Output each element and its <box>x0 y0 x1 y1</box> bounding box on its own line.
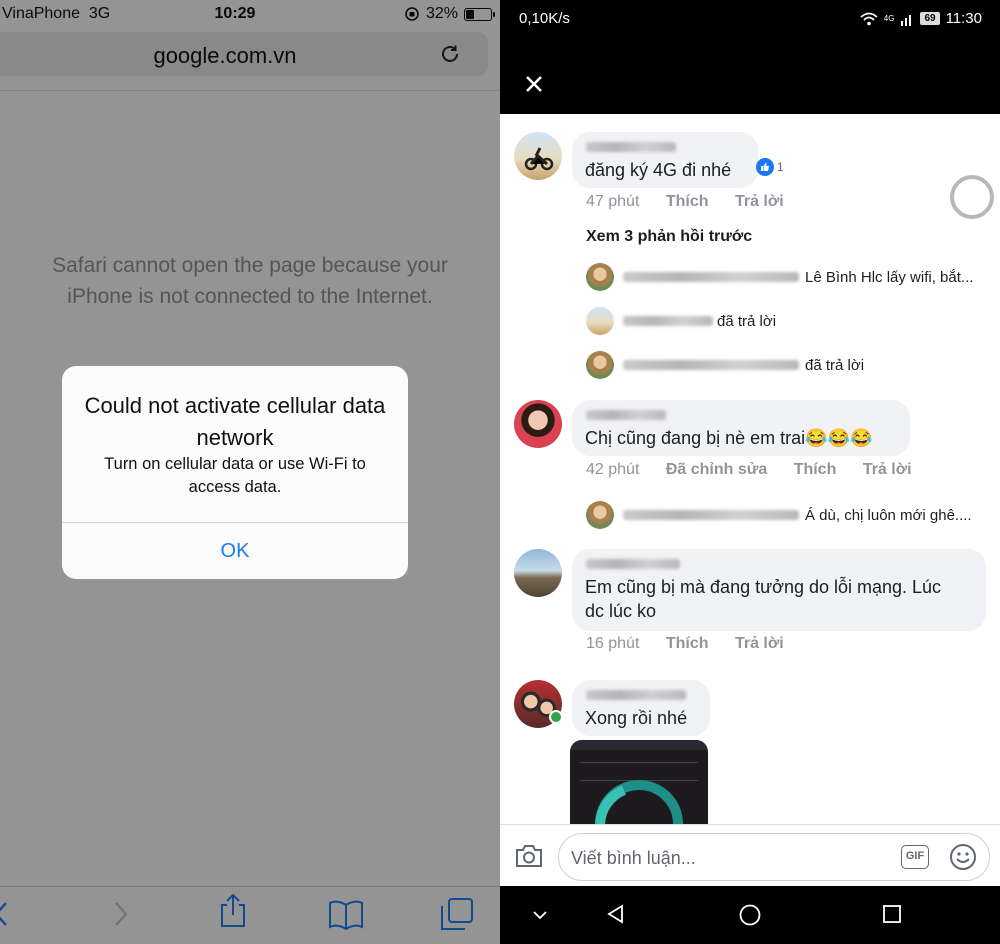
reply-avatar[interactable] <box>586 307 614 335</box>
loading-spinner <box>950 175 994 219</box>
reply-link[interactable]: Trả lời <box>863 461 912 478</box>
reaction-badge[interactable]: 1 <box>756 158 784 176</box>
gif-button[interactable]: GIF <box>901 845 929 869</box>
view-previous-replies-link[interactable]: Xem 3 phản hồi trước <box>586 228 752 246</box>
wifi-icon <box>860 12 878 25</box>
reply-link[interactable]: Trả lời <box>735 193 784 210</box>
comment-bubble[interactable]: Chị cũng đang bị nè em trai😂😂😂 <box>572 400 910 456</box>
battery-level: 69 <box>920 12 940 25</box>
hide-keyboard-icon[interactable] <box>532 910 548 920</box>
comment-list: đăng ký 4G đi nhé 1 47 phút Thích Trả lờ… <box>500 114 1000 824</box>
alert-title: Could not activate cellular data network <box>84 393 386 450</box>
comment-time: 47 phút <box>586 193 640 210</box>
safari-screen: VinaPhone 3G 10:29 32% google.com.vn Saf… <box>0 0 500 944</box>
comment-meta: 16 phút Thích Trả lời <box>586 635 784 653</box>
like-link[interactable]: Thích <box>666 635 709 652</box>
comment-meta: 42 phút Đã chỉnh sửa Thích Trả lời <box>586 461 912 479</box>
comment-text-line-1: Em cũng bị mà đang tưởng do lỗi mạng. Lú… <box>585 577 942 597</box>
blurred-author-name <box>586 410 666 420</box>
screenshot: VinaPhone 3G 10:29 32% google.com.vn Saf… <box>0 0 1000 944</box>
comment-bubble[interactable]: đăng ký 4G đi nhé <box>572 132 758 188</box>
android-nav-bar <box>500 886 1000 944</box>
ok-button[interactable]: OK <box>62 523 408 579</box>
signal-icon <box>901 14 912 26</box>
comment-time: 16 phút <box>586 635 640 652</box>
camera-icon[interactable] <box>514 843 544 869</box>
home-icon[interactable] <box>739 904 761 926</box>
blurred-author-name <box>623 316 713 326</box>
comment-time: 42 phút <box>586 461 640 478</box>
blurred-author-name <box>586 690 686 700</box>
recents-icon[interactable] <box>882 904 902 924</box>
network-speed: 0,10K/s <box>519 10 570 27</box>
like-icon <box>756 158 774 176</box>
status-time: 11:30 <box>945 10 982 27</box>
network-4g-label: 4G <box>883 14 895 23</box>
back-icon[interactable] <box>606 904 626 924</box>
reply-preview[interactable]: Á dù, chị luôn mới ghê.... <box>805 507 972 524</box>
comment-text: đăng ký 4G đi nhé <box>585 160 732 180</box>
comment-placeholder: Viết bình luận... <box>571 848 696 868</box>
comment-input[interactable]: Viết bình luận... GIF <box>558 833 990 881</box>
comment-text-line-2: dc lúc ko <box>585 601 657 621</box>
reply-avatar[interactable] <box>586 351 614 379</box>
online-status-dot <box>549 710 563 724</box>
blurred-author-name <box>623 510 799 520</box>
speedtest-image-icon <box>570 740 708 824</box>
avatar[interactable] <box>514 132 562 180</box>
facebook-comments-screen: 0,10K/s 4G 69 11:30 đăng ký 4G đi nhé 1 … <box>500 0 1000 944</box>
reply-preview[interactable]: đã trả lời <box>805 357 864 374</box>
cellular-error-alert: Could not activate cellular data network… <box>62 366 408 579</box>
emoji-icon[interactable] <box>949 843 977 871</box>
reply-preview[interactable]: đã trả lời <box>717 313 776 330</box>
like-count: 1 <box>777 160 784 174</box>
android-status-bar: 0,10K/s 4G 69 11:30 <box>500 0 1000 36</box>
reply-avatar[interactable] <box>586 501 614 529</box>
reply-avatar[interactable] <box>586 263 614 291</box>
attached-screenshot-image[interactable] <box>570 740 708 824</box>
avatar[interactable] <box>514 549 562 597</box>
avatar[interactable] <box>514 400 562 448</box>
edited-label: Đã chỉnh sửa <box>665 461 768 478</box>
blurred-author-name <box>623 272 799 282</box>
comment-composer: Viết bình luận... GIF <box>500 824 1000 886</box>
blurred-author-name <box>586 142 676 152</box>
reply-preview[interactable]: Lê Bình Hlc lấy wifi, bắt... <box>805 269 973 286</box>
comment-text: Xong rồi nhé <box>585 708 688 728</box>
comment-bubble[interactable]: Xong rồi nhé <box>572 680 710 736</box>
motorbike-photo-icon <box>524 147 554 171</box>
close-icon[interactable] <box>522 72 546 96</box>
comment-bubble[interactable]: Em cũng bị mà đang tưởng do lỗi mạng. Lú… <box>572 549 986 631</box>
blurred-author-name <box>623 360 799 370</box>
blurred-author-name <box>586 559 680 569</box>
like-link[interactable]: Thích <box>794 461 837 478</box>
alert-message: Turn on cellular data or use Wi-Fi to ac… <box>104 455 366 496</box>
comment-meta: 47 phút Thích Trả lời <box>586 193 784 211</box>
like-link[interactable]: Thích <box>666 193 709 210</box>
comments-header <box>500 36 1000 114</box>
reply-link[interactable]: Trả lời <box>735 635 784 652</box>
comment-text: Chị cũng đang bị nè em trai😂😂😂 <box>585 428 873 448</box>
